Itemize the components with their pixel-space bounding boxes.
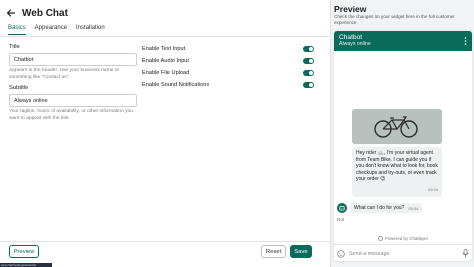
file-upload-toggle[interactable] [303, 70, 314, 76]
emoji-icon[interactable] [337, 249, 345, 258]
title-input[interactable]: Chatbot [9, 53, 137, 66]
toggle-label: Enable Sound Notifications [142, 82, 210, 88]
toggle-row-file-upload: Enable File Upload [142, 67, 314, 79]
widget-title: Chatbot [339, 34, 363, 41]
toggle-label: Enable Audio Input [142, 58, 189, 64]
bot-avatar [337, 203, 347, 213]
form-column: Title Chatbot Appears in the header. Use… [9, 44, 137, 122]
subtitle-label: Subtitle [9, 85, 29, 92]
bicycle-icon [352, 109, 442, 144]
back-arrow-icon[interactable] [6, 8, 16, 18]
bot-message-time: 09:34 [427, 187, 438, 193]
bike-image [352, 109, 442, 144]
bot-message-text: Hey rider 🚲, I'm your virtual agent from… [356, 150, 438, 183]
widget-header: Chatbot Always online [334, 31, 472, 51]
footer-divider [0, 241, 330, 242]
preview-description: Check the changes on your widget here in… [334, 14, 455, 25]
reset-button[interactable]: Reset [261, 245, 286, 258]
sound-notifications-toggle[interactable] [303, 82, 314, 88]
widget-subtitle: Always online [339, 41, 371, 47]
toggle-label: Enable File Upload [142, 70, 190, 76]
chatlayer-logo-icon [378, 236, 383, 241]
toggle-row-text-input: Enable Text Input [142, 43, 314, 55]
toggle-label: Enable Text Input [142, 46, 186, 52]
preview-title: Preview [334, 4, 367, 14]
more-options-icon[interactable] [464, 37, 467, 45]
editor-panel: Web Chat Basics Appearance Installation … [0, 0, 330, 267]
chat-message-time: 09:34 [408, 205, 419, 211]
subtitle-input[interactable]: Always online [9, 94, 137, 108]
tab-appearance[interactable]: Appearance [35, 25, 67, 35]
page-title: Web Chat [22, 7, 68, 19]
tabs-divider [0, 36, 330, 37]
tab-bar: Basics Appearance Installation [8, 25, 105, 35]
microphone-icon[interactable] [462, 249, 469, 258]
powered-by-text: Powered by Chatlayer [384, 236, 429, 241]
title-label: Title [9, 44, 20, 50]
tab-installation[interactable]: Installation [76, 25, 105, 35]
text-input-toggle[interactable] [303, 46, 314, 52]
bot-icon [339, 206, 345, 211]
tab-basics[interactable]: Basics [8, 25, 26, 35]
powered-by: Powered by Chatlayer [334, 236, 472, 241]
chat-message-text: What can I do for you? [354, 205, 405, 211]
sender-label: Bot [337, 218, 345, 223]
composer-divider [334, 244, 472, 245]
toggle-row-sound-notifications: Enable Sound Notifications [142, 79, 314, 91]
title-help-text: Appears in the header. Use your business… [9, 68, 120, 80]
save-button[interactable]: Save [290, 245, 312, 258]
message-input[interactable]: Send a message [349, 251, 458, 257]
toggle-row-audio-input: Enable Audio Input [142, 55, 314, 67]
chat-widget: Chatbot Always online Hey rider 🚲, I'm y… [334, 31, 472, 261]
chat-message: What can I do for you? 09:34 [350, 203, 423, 213]
message-row: What can I do for you? 09:34 [337, 203, 423, 213]
status-url: web.chat/settings/webchat [0, 263, 52, 267]
bot-message: Hey rider 🚲, I'm your virtual agent from… [352, 147, 442, 197]
audio-input-toggle[interactable] [303, 58, 314, 64]
topbar: Web Chat [6, 6, 68, 20]
toggle-list: Enable Text Input Enable Audio Input Ena… [142, 43, 314, 91]
subtitle-help-text: Your tagline, hours of availability, or … [9, 109, 133, 121]
message-composer: Send a message [337, 248, 469, 259]
preview-button[interactable]: Preview [9, 245, 39, 258]
preview-panel: Preview Check the changes on your widget… [330, 0, 474, 267]
